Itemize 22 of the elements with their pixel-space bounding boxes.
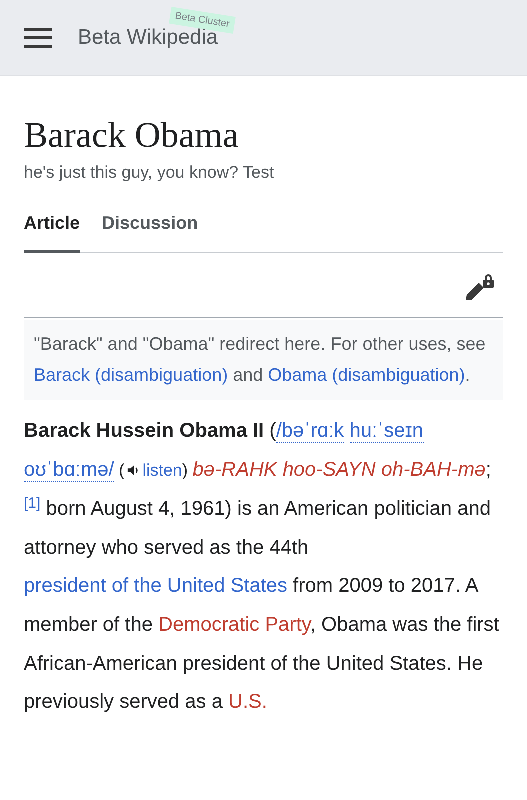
article-paragraph: Barack Hussein Obama II (/bəˈrɑːk huːˈseɪn oʊˈbɑːmə/ ( listen) bə-RAHK hoo-SAYN oh-BAH-mə; $^{[1]}$ born August 4, 1961) is an American politician and attorney who served as the 44th president of the United States from 2009 to 2017. A member of the Democratic Party, Obama was the first African-American president of the United States. He previously served as a U.S. <box>24 419 500 716</box>
pronunciation-link[interactable]: bə-RAHK <box>192 458 278 481</box>
ipa-link[interactable]: oʊˈbɑːmə/ <box>24 458 114 482</box>
ipa-link[interactable]: /bəˈrɑːk <box>276 420 344 443</box>
link[interactable]: president of the United States <box>24 575 288 598</box>
hatnote: "Barack" and "Obama" redirect here. For other uses, see Barack (disambiguation) and Obama (disambiguation). <box>24 320 503 400</box>
tab[interactable]: Article <box>24 201 80 253</box>
pronunciation-link[interactable]: hoo-SAYN <box>282 458 376 481</box>
link[interactable]: Democratic Party <box>158 614 310 636</box>
speaker-icon[interactable] <box>126 464 140 477</box>
link[interactable]: Obama (disambiguation) <box>268 365 466 385</box>
tab[interactable]: Discussion <box>102 201 198 253</box>
listen-link[interactable]: listen <box>142 460 182 480</box>
pronunciation-link[interactable]: oh-BAH-mə <box>381 458 486 481</box>
pencil-lock-icon[interactable] <box>465 273 495 301</box>
page-title: Barack Obama <box>24 114 240 157</box>
link[interactable]: Barack (disambiguation) <box>34 365 228 385</box>
reference-link[interactable]: [1] <box>24 494 41 512</box>
link[interactable]: U.S. <box>228 691 268 714</box>
menu-icon[interactable] <box>24 26 52 48</box>
page-description: he's just this guy, you know? Test <box>24 163 276 183</box>
ipa-link[interactable]: huːˈseɪn <box>350 420 424 443</box>
